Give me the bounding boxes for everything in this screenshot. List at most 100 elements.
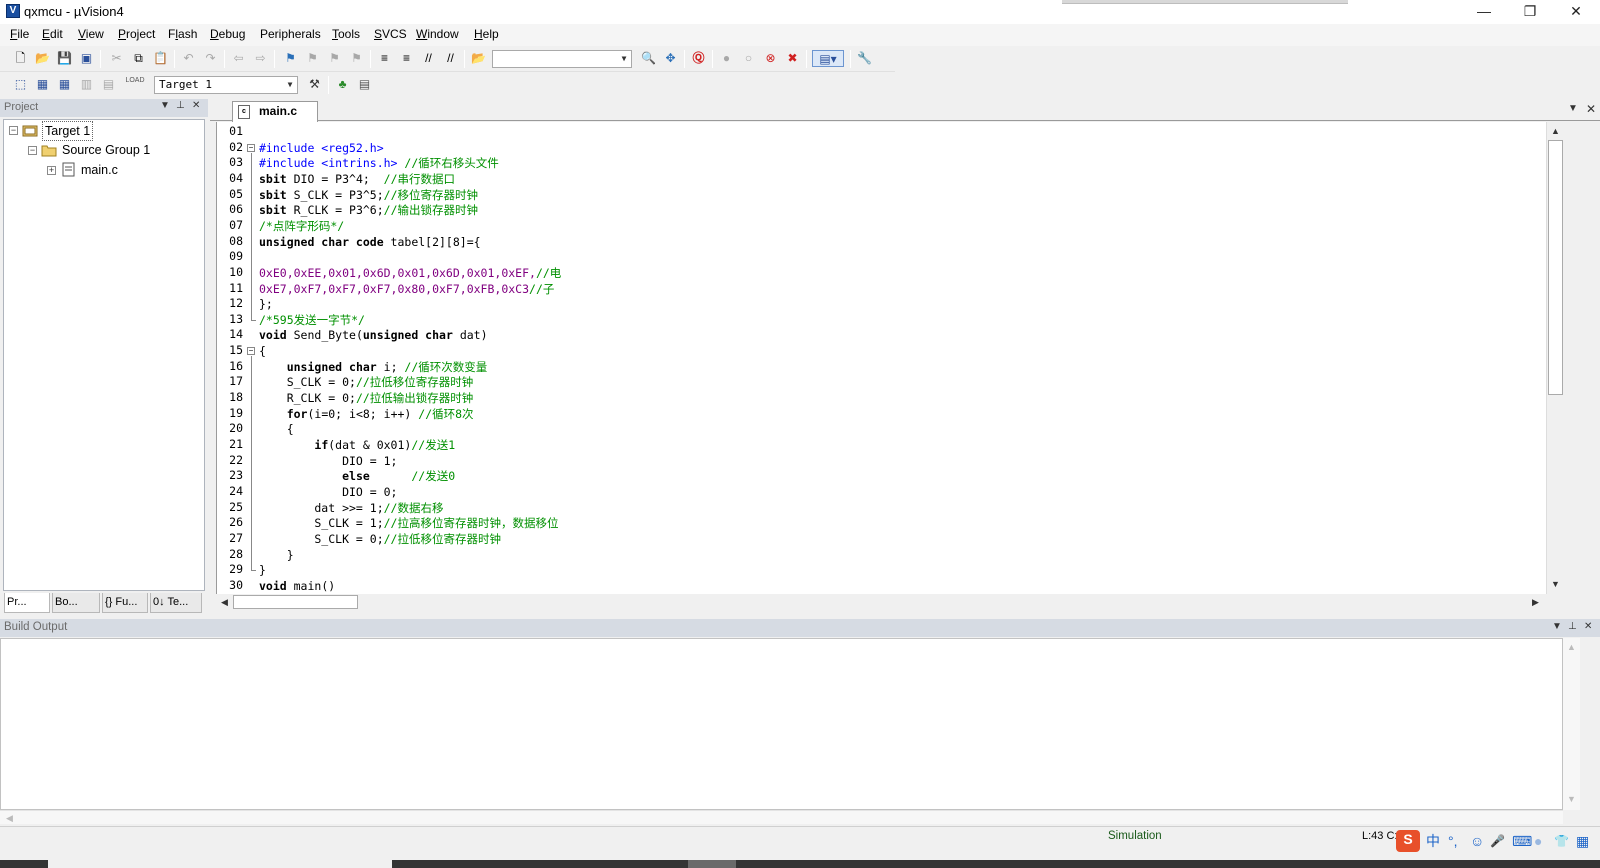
menu-file[interactable]: File (10, 27, 29, 41)
manage-components-icon[interactable]: ♣ (334, 76, 351, 93)
stop-build-icon[interactable]: ▤ (100, 76, 117, 93)
sogou-logo-icon[interactable]: S (1396, 830, 1420, 852)
code-line[interactable]: dat >>= 1;//数据右移 (259, 500, 443, 516)
code-line[interactable]: S_CLK = 0;//拉低移位寄存器时钟 (259, 374, 474, 390)
clear-bookmarks-icon[interactable]: ⚑ (348, 50, 365, 67)
collapse-target-toggle[interactable]: − (9, 126, 18, 135)
code-line[interactable]: if(dat & 0x01)//发送1 (259, 437, 455, 453)
uvision-app-icon[interactable]: V (6, 4, 20, 18)
close-window-button[interactable]: ✕ (1553, 0, 1599, 24)
tab-templates[interactable]: 0↓ Te... (150, 593, 202, 613)
toolbox-grid-icon[interactable]: ▦ (1576, 832, 1589, 850)
scroll-left-icon[interactable]: ◀ (2, 811, 17, 826)
comment-selection-icon[interactable]: // (420, 50, 437, 67)
ime-chinese-mode[interactable]: 中 (1426, 832, 1440, 850)
emoji-icon[interactable]: ☺ (1470, 832, 1484, 850)
find-in-files-icon[interactable]: 📂 (470, 50, 487, 67)
code-line[interactable]: sbit R_CLK = P3^6;//输出锁存器时钟 (259, 202, 478, 218)
kill-all-breakpoints-icon[interactable]: ✖ (784, 50, 801, 67)
new-file-icon[interactable]: 🗋 (12, 50, 29, 67)
microphone-icon[interactable]: 🎤 (1490, 832, 1505, 850)
code-line[interactable]: }; (259, 296, 273, 312)
restore-button[interactable]: ❐ (1507, 0, 1553, 24)
menu-flash[interactable]: Flash (168, 27, 197, 41)
cut-icon[interactable]: ✂ (108, 50, 125, 67)
load-download-icon[interactable]: LOAD (124, 76, 146, 93)
disable-all-breakpoints-icon[interactable]: ⊗ (762, 50, 779, 67)
code-line[interactable]: 0xE0,0xEE,0x01,0x6D,0x01,0x6D,0x01,0xEF,… (259, 265, 561, 281)
ime-punctuation-mode[interactable]: °, (1448, 832, 1458, 850)
menu-view[interactable]: View (78, 27, 104, 41)
code-line[interactable]: void Send_Byte(unsigned char dat) (259, 327, 488, 343)
menu-help[interactable]: Help (474, 27, 499, 41)
code-line[interactable]: S_CLK = 0;//拉低移位寄存器时钟 (259, 531, 501, 547)
undo-icon[interactable]: ↶ (180, 50, 197, 67)
collapse-group-toggle[interactable]: − (28, 146, 37, 155)
tab-books[interactable]: Bo... (52, 593, 100, 613)
tab-project[interactable]: Pr... (4, 593, 50, 613)
taskbar-item[interactable] (48, 860, 392, 868)
code-line[interactable]: for(i=0; i<8; i++) //循环8次 (259, 406, 474, 422)
batch-build-icon[interactable]: ▥ (78, 76, 95, 93)
tab-list-icon[interactable]: ▼ (1568, 103, 1578, 114)
open-folder-icon[interactable]: 📂 (34, 50, 51, 67)
code-line[interactable]: /*595发送一字节*/ (259, 312, 365, 328)
configure-icon[interactable]: 🔧 (856, 50, 873, 67)
minimize-button[interactable]: — (1461, 0, 1507, 24)
translate-icon[interactable]: ⬚ (12, 76, 29, 93)
target-select[interactable]: Target 1 ▼ (154, 76, 298, 94)
build-output-vertical-scrollbar[interactable]: ▲ ▼ (1563, 638, 1580, 810)
menu-edit[interactable]: Edit (42, 27, 63, 41)
uncomment-selection-icon[interactable]: // (442, 50, 459, 67)
menu-tools[interactable]: Tools (332, 27, 360, 41)
code-line[interactable]: sbit S_CLK = P3^5;//移位寄存器时钟 (259, 187, 478, 203)
code-line[interactable]: 0xE7,0xF7,0xF7,0xF7,0x80,0xF7,0xFB,0xC3/… (259, 281, 554, 297)
pin-icon[interactable]: ⊥ (1568, 621, 1577, 632)
close-panel-icon[interactable]: ✕ (192, 100, 200, 111)
scroll-down-icon[interactable]: ▼ (1548, 577, 1563, 592)
window-layout-icon[interactable]: ▤▾ (812, 50, 844, 67)
code-line[interactable]: unsigned char i; //循环次数变量 (259, 359, 488, 375)
code-line[interactable]: DIO = 1; (259, 453, 397, 469)
paste-icon[interactable]: 📋 (152, 50, 169, 67)
unindent-icon[interactable]: ≡ (398, 50, 415, 67)
menu-peripherals[interactable]: Peripherals (260, 27, 321, 41)
navigate-forward-icon[interactable]: ⇨ (252, 50, 269, 67)
code-line[interactable]: { (259, 343, 266, 359)
chevron-down-icon[interactable]: ▼ (617, 51, 631, 67)
skin-icon[interactable]: 👕 (1554, 832, 1569, 850)
code-line[interactable]: #include <intrins.h> //循环右移头文件 (259, 155, 499, 171)
pin-icon[interactable]: ⊥ (176, 100, 185, 111)
search-combo[interactable]: ▼ (492, 50, 632, 68)
navigate-back-icon[interactable]: ⇦ (230, 50, 247, 67)
build-output-text[interactable] (0, 638, 1563, 810)
panel-menu-icon[interactable]: ▼ (160, 100, 170, 111)
editor-vertical-scrollbar[interactable]: ▲ ▼ (1546, 122, 1563, 594)
user-icon[interactable]: ● (1534, 832, 1542, 850)
insert-breakpoint-icon[interactable]: ● (718, 50, 735, 67)
copy-icon[interactable]: ⧉ (130, 50, 147, 67)
editor-horizontal-scrollbar[interactable]: ◀ ▶ (216, 594, 1546, 610)
scroll-up-icon[interactable]: ▲ (1548, 124, 1563, 139)
incremental-find-icon[interactable]: ✥ (662, 50, 679, 67)
previous-bookmark-icon[interactable]: ⚑ (304, 50, 321, 67)
code-line[interactable]: /*点阵字形码*/ (259, 218, 344, 234)
code-line[interactable]: R_CLK = 0;//拉低输出锁存器时钟 (259, 390, 474, 406)
save-icon[interactable]: 💾 (56, 50, 73, 67)
keyboard-icon[interactable]: ⌨ (1512, 832, 1532, 850)
code-line[interactable]: sbit DIO = P3^4; //串行数据口 (259, 171, 455, 187)
menu-window[interactable]: Window (416, 27, 459, 41)
select-packet-icon[interactable]: ▤ (356, 76, 373, 93)
horizontal-scroll-thumb[interactable] (233, 595, 358, 609)
menu-project[interactable]: Project (118, 27, 155, 41)
code-line[interactable]: else //发送0 (259, 468, 455, 484)
code-line[interactable]: #include <reg52.h> (259, 140, 384, 156)
menu-debug[interactable]: Debug (210, 27, 245, 41)
redo-icon[interactable]: ↷ (202, 50, 219, 67)
code-line[interactable]: } (259, 547, 294, 563)
panel-menu-icon[interactable]: ▼ (1552, 621, 1562, 632)
find-icon[interactable]: 🔍 (640, 50, 657, 67)
scroll-left-icon[interactable]: ◀ (217, 595, 232, 610)
chevron-down-icon[interactable]: ▼ (283, 77, 297, 93)
taskbar-item[interactable] (688, 860, 736, 868)
